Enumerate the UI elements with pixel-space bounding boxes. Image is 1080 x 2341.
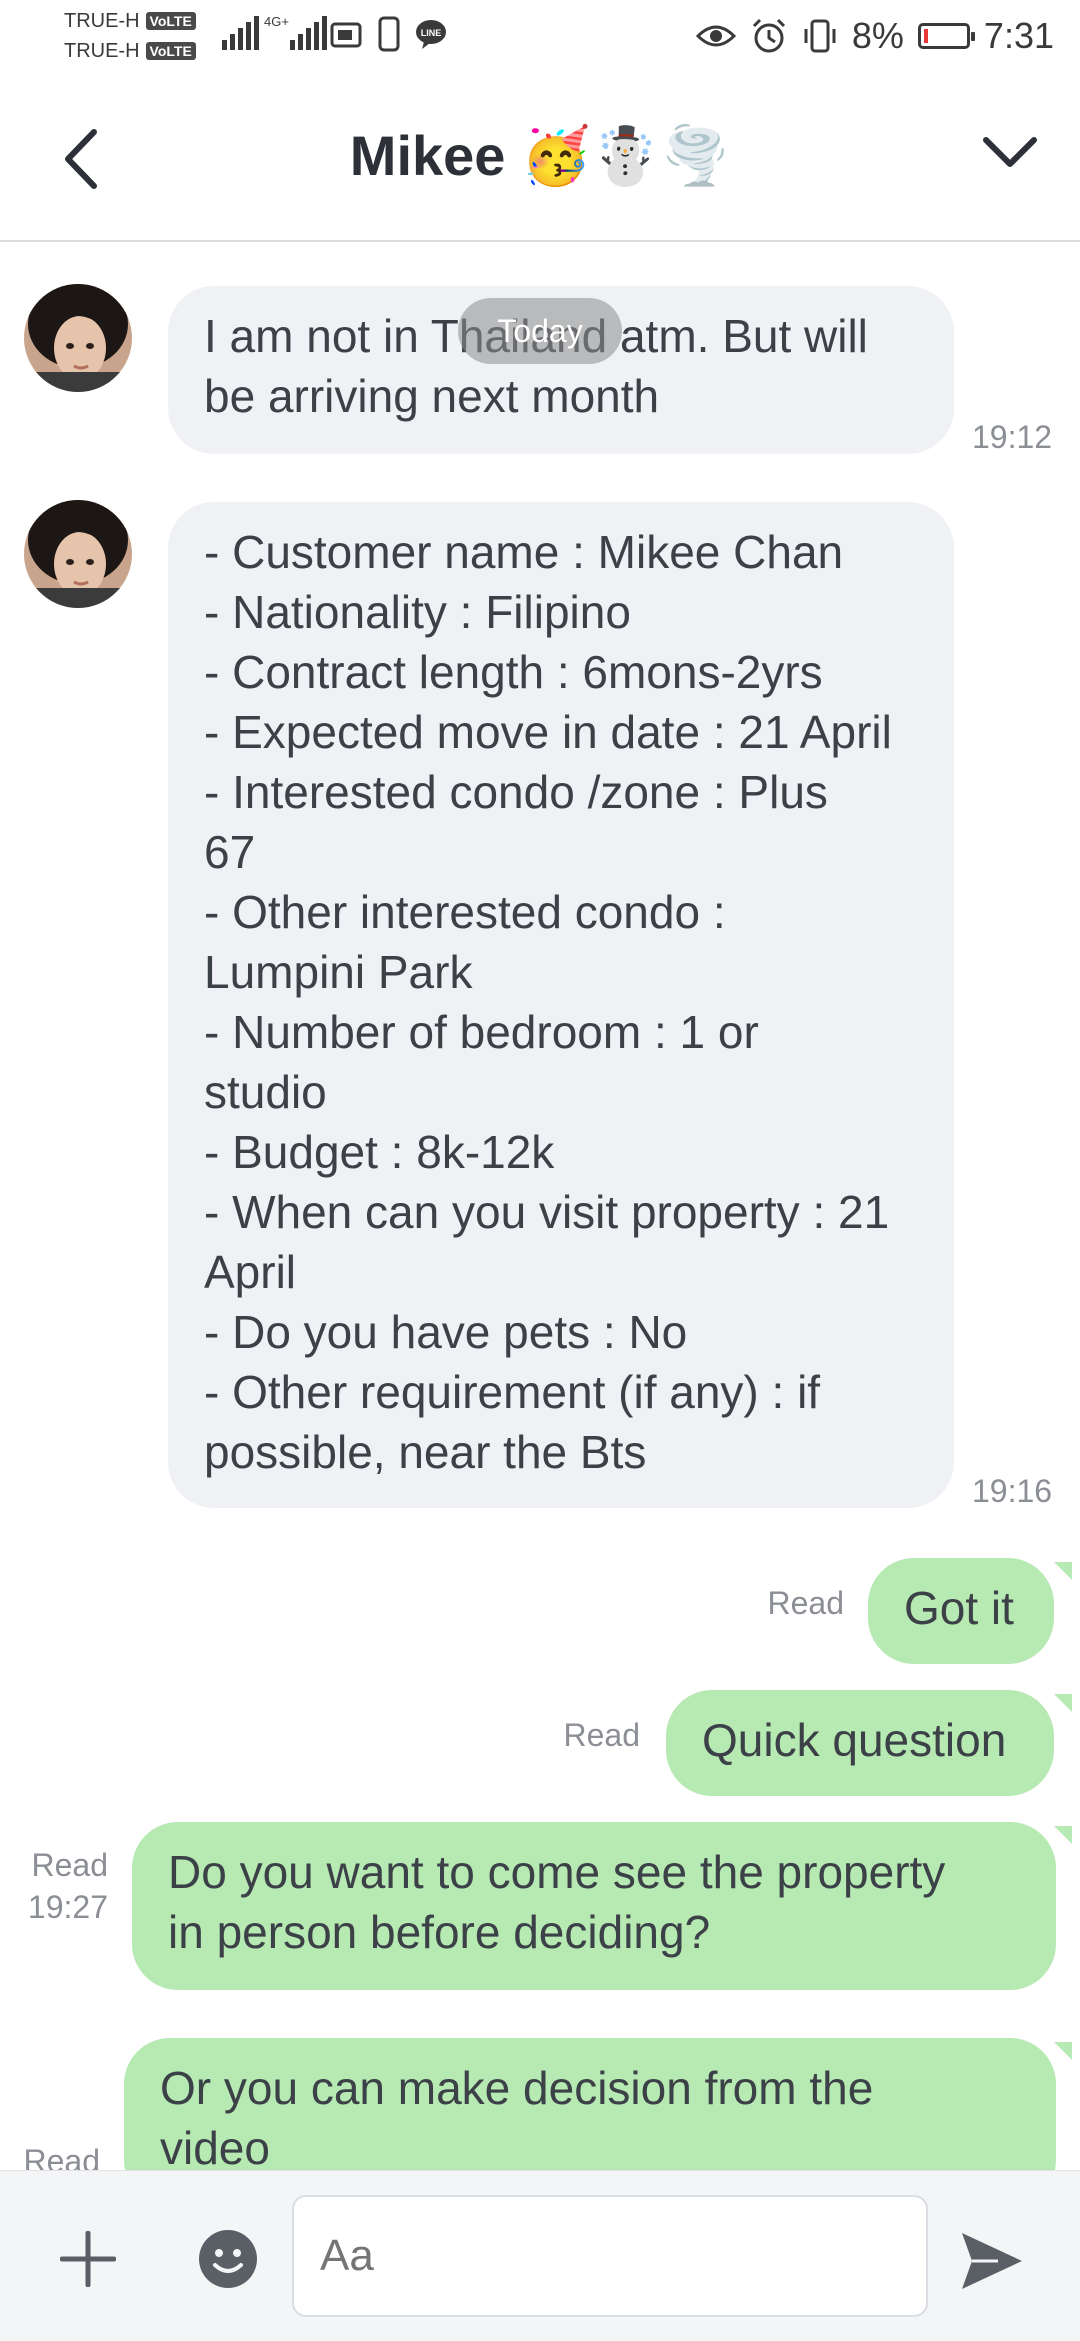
message-line: Or you can make decision from the (160, 2062, 874, 2114)
read-receipt: Read (31, 1847, 109, 1883)
message-bubble[interactable]: Do you want to come see the property in … (132, 1822, 1056, 1990)
message-line: - Other interested condo : (204, 886, 726, 938)
send-icon[interactable] (958, 2229, 1026, 2293)
svg-text:LINE: LINE (421, 28, 442, 38)
composer (0, 2170, 1080, 2341)
carrier-info: TRUE-H VoLTE TRUE-H VoLTE (64, 6, 196, 66)
bubble-tail (1054, 1826, 1072, 1844)
read-receipt: Read (23, 2143, 101, 2170)
message-line: be arriving next month (204, 370, 660, 422)
date-chip: Today (458, 298, 622, 364)
chat-title[interactable]: Mikee 🥳☃️🌪️ (0, 123, 1080, 189)
read-receipt: Read (767, 1585, 845, 1621)
vibrate-icon (804, 19, 836, 53)
message-line: - Other requirement (if any) : if (204, 1366, 821, 1418)
avatar[interactable] (24, 284, 132, 392)
message-text: Got it (904, 1582, 1014, 1634)
message-bubble[interactable]: - Customer name : Mikee Chan - Nationali… (168, 502, 954, 1508)
message-line: video (160, 2122, 270, 2170)
carrier-name: TRUE-H (64, 40, 140, 62)
message-bubble[interactable]: Quick question (666, 1690, 1054, 1796)
message-line: in person before deciding? (168, 1906, 711, 1958)
message-line: 67 (204, 826, 256, 878)
read-receipt: Read (563, 1717, 641, 1753)
message-input[interactable] (292, 2195, 928, 2317)
network-type: 4G+ (264, 14, 289, 29)
phone-icon (378, 16, 400, 52)
message-line: studio (204, 1066, 327, 1118)
status-bar: TRUE-H VoLTE TRUE-H VoLTE 4G+ LINE 8% 7:31 (0, 0, 1080, 78)
battery-percent: 8% (851, 15, 904, 56)
message-time: 19:12 (972, 419, 1053, 455)
plus-icon[interactable] (60, 2231, 116, 2287)
message-line: - Do you have pets : No (204, 1306, 688, 1358)
bubble-tail (1054, 2042, 1072, 2060)
message-line: Lumpini Park (204, 946, 473, 998)
eye-icon (695, 25, 736, 47)
line-app-icon: LINE (416, 20, 446, 49)
message-list[interactable]: I am not in Thailand atm. But will be ar… (0, 242, 1080, 2170)
bubble-tail (1054, 1562, 1072, 1580)
message-line: - Customer name : Mikee Chan (204, 526, 844, 578)
message-line: possible, near the Bts (204, 1426, 647, 1478)
message-bubble[interactable]: Got it (868, 1558, 1054, 1664)
carrier-name: TRUE-H (64, 10, 140, 32)
clock: 7:31 (983, 15, 1054, 56)
volte-badge: VoLTE (145, 12, 196, 30)
chevron-down-icon[interactable] (980, 128, 1040, 178)
message-line: - Nationality : Filipino (204, 586, 631, 638)
message-text: Quick question (702, 1714, 1007, 1766)
message-line: - Budget : 8k-12k (204, 1126, 555, 1178)
alarm-icon (752, 18, 785, 53)
message-line: - When can you visit property : 21 (204, 1186, 890, 1238)
message-line: - Interested condo /zone : Plus (204, 766, 828, 818)
status-right: 8% 7:31 (695, 12, 1054, 60)
emoji-icon[interactable] (198, 2229, 258, 2289)
message-time: 19:27 (27, 1889, 108, 1925)
signal-icon (290, 14, 327, 50)
message-line: - Contract length : 6mons-2yrs (204, 646, 823, 698)
message-line: April (204, 1246, 297, 1298)
avatar[interactable] (24, 500, 132, 608)
sim-icon (330, 22, 362, 48)
battery-icon (917, 23, 975, 49)
chat-header: Mikee 🥳☃️🌪️ (0, 78, 1080, 242)
message-line: - Number of bedroom : 1 or (204, 1006, 759, 1058)
bubble-tail (1054, 1694, 1072, 1712)
message-time: 19:16 (972, 1473, 1053, 1509)
message-bubble[interactable]: Or you can make decision from the video (124, 2038, 1056, 2170)
signal-icon (222, 14, 259, 50)
message-line: - Expected move in date : 21 April (204, 706, 892, 758)
volte-badge: VoLTE (145, 42, 196, 60)
message-line: Do you want to come see the property (168, 1846, 946, 1898)
